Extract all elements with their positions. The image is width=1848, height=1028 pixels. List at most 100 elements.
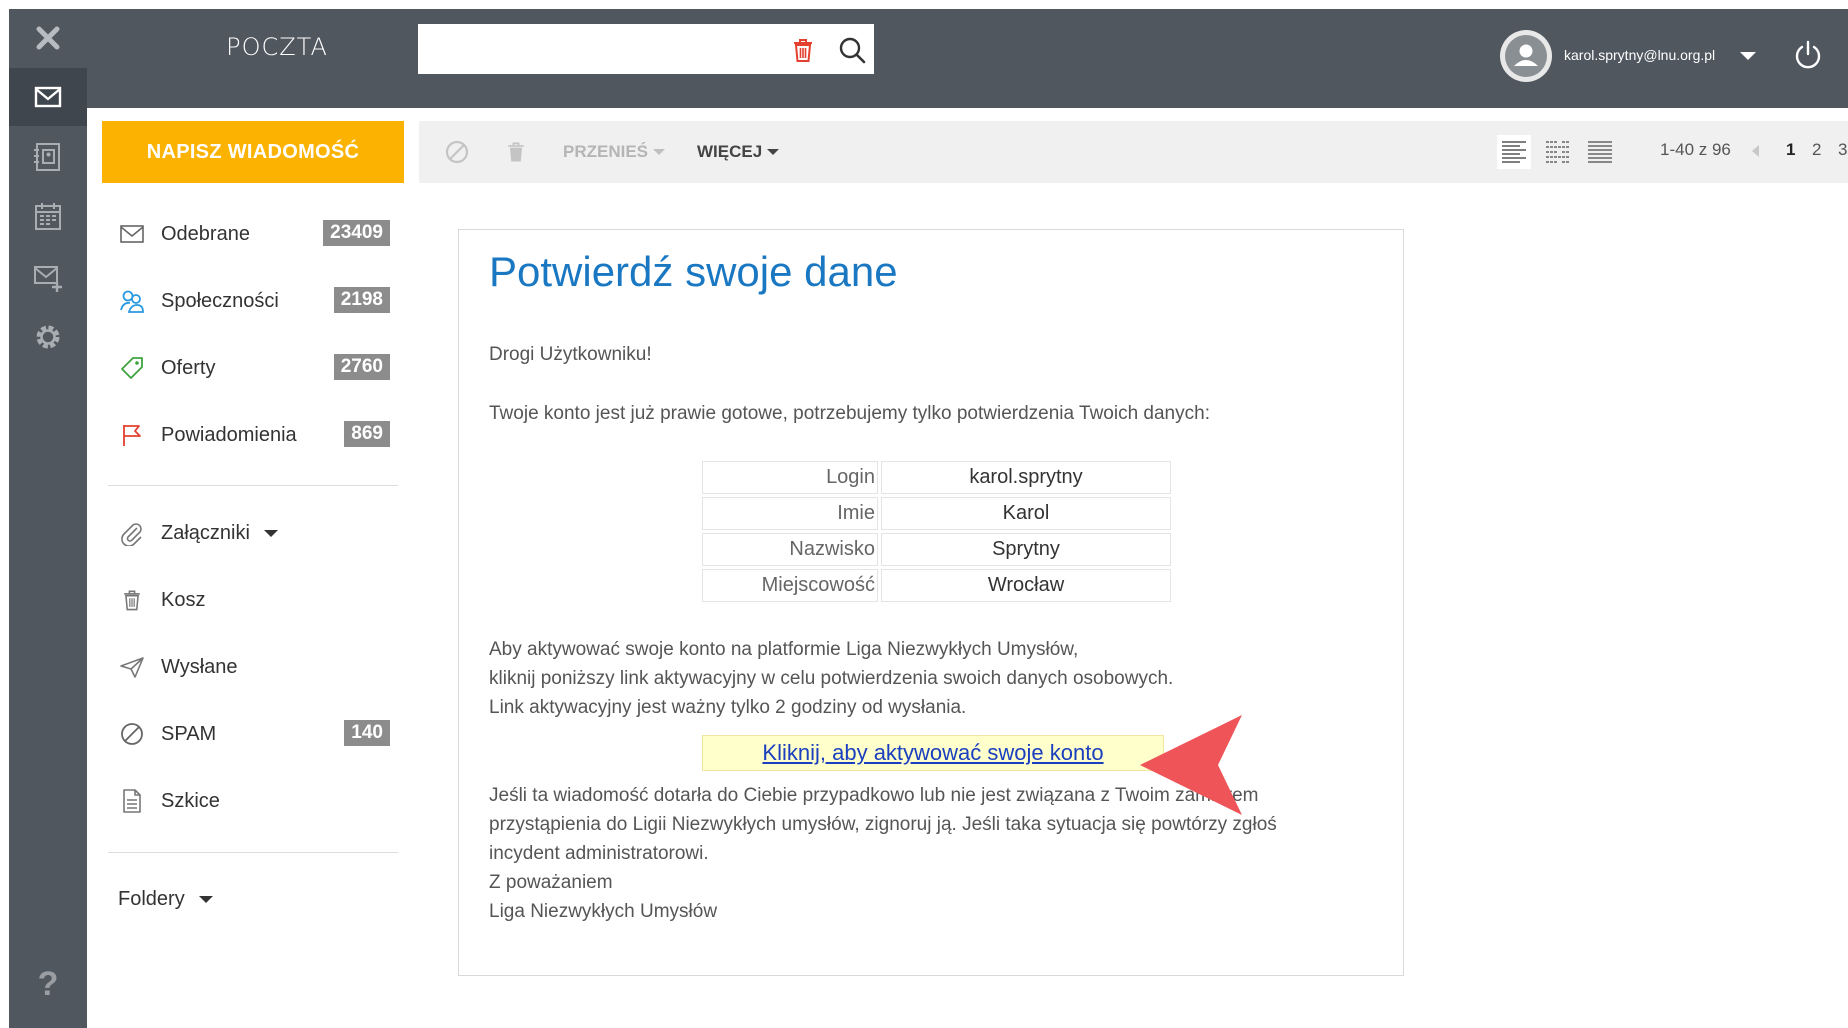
- message-footer-line: incydent administratorowi.: [489, 843, 709, 864]
- sidebar-divider: [108, 852, 398, 853]
- field-name: Miejscowość: [702, 569, 878, 602]
- activation-link-box: Kliknij, aby aktywować swoje konto: [702, 735, 1164, 771]
- page-link[interactable]: 3: [1838, 140, 1847, 160]
- rail-close-button[interactable]: [9, 9, 87, 67]
- sidebar-item-trash[interactable]: Kosz: [118, 576, 390, 624]
- compose-button[interactable]: NAPISZ WIADOMOŚĆ: [102, 121, 404, 183]
- table-row: Miejscowość Wrocław: [702, 569, 1171, 602]
- sidebar-item-label: Foldery: [118, 887, 185, 910]
- table-row: Imie Karol: [702, 497, 1171, 530]
- unread-count-badge: 2760: [333, 354, 390, 380]
- message-title: Potwierdź swoje dane: [489, 248, 898, 295]
- unread-count-badge: 140: [344, 720, 390, 746]
- table-row: Login karol.sprytny: [702, 461, 1171, 494]
- people-icon: [118, 287, 146, 315]
- user-email[interactable]: karol.sprytny@lnu.org.pl: [1564, 47, 1715, 63]
- chevron-down-icon: [263, 529, 278, 537]
- page-link[interactable]: 2: [1812, 140, 1821, 160]
- list-lines-icon: [1502, 141, 1526, 163]
- page-link[interactable]: 1: [1786, 140, 1795, 160]
- field-name: Nazwisko: [702, 533, 878, 566]
- chevron-down-icon: [198, 895, 213, 903]
- flag-icon: [118, 421, 146, 449]
- sidebar-item-sent[interactable]: Wysłane: [118, 643, 390, 691]
- view-dense-button[interactable]: [1583, 135, 1617, 169]
- sidebar-item-label: SPAM: [161, 722, 217, 745]
- search-input[interactable]: [418, 24, 806, 74]
- sidebar-item-spam[interactable]: SPAM 140: [118, 710, 390, 758]
- rail-calendar-button[interactable]: [9, 188, 87, 246]
- table-row: Nazwisko Sprytny: [702, 533, 1171, 566]
- envelope-plus-icon: [34, 266, 62, 292]
- paperclip-icon: [118, 519, 146, 547]
- ban-icon: [445, 140, 469, 164]
- sidebar-item-label: Załączniki: [161, 521, 250, 544]
- sidebar-item-label: Wysłane: [161, 655, 238, 678]
- field-value: Sprytny: [881, 533, 1171, 566]
- gear-icon: [36, 325, 60, 349]
- sidebar-item-label: Odebrane: [161, 222, 250, 245]
- list-dense-icon: [1588, 141, 1612, 163]
- activation-link[interactable]: Kliknij, aby aktywować swoje konto: [762, 740, 1103, 766]
- sidebar-item-notifications[interactable]: Powiadomienia 869: [118, 411, 390, 459]
- app-title: POCZTA: [226, 33, 328, 61]
- trash-icon: [508, 142, 524, 162]
- more-dropdown[interactable]: WIĘCEJ: [697, 121, 780, 183]
- field-value: karol.sprytny: [881, 461, 1171, 494]
- spam-button[interactable]: [444, 121, 470, 183]
- field-name: Imie: [702, 497, 878, 530]
- move-dropdown[interactable]: PRZENIEŚ: [563, 121, 666, 183]
- message-body-line: Aby aktywować swoje konto na platformie …: [489, 639, 1079, 660]
- rail-settings-button[interactable]: [9, 308, 87, 366]
- sidebar-item-inbox[interactable]: Odebrane 23409: [118, 210, 390, 258]
- annotation-arrow-icon: [1140, 715, 1242, 815]
- message-intro: Twoje konto jest już prawie gotowe, potr…: [489, 403, 1210, 424]
- sidebar-item-social[interactable]: Społeczności 2198: [118, 277, 390, 325]
- sidebar-item-label: Kosz: [161, 588, 206, 611]
- send-icon: [118, 653, 146, 681]
- envelope-icon: [118, 220, 146, 248]
- search-icon[interactable]: [836, 34, 868, 66]
- delete-button[interactable]: [503, 121, 529, 183]
- calendar-icon: [35, 203, 61, 230]
- close-icon: [36, 26, 60, 50]
- message-signature: Liga Niezwykłych Umysłów: [489, 901, 718, 922]
- rail-contacts-button[interactable]: [9, 128, 87, 186]
- field-value: Karol: [881, 497, 1171, 530]
- message-body-line: kliknij poniższy link aktywacyjny w celu…: [489, 668, 1174, 689]
- field-value: Wrocław: [881, 569, 1171, 602]
- tag-icon: [118, 354, 146, 382]
- sidebar-item-folders[interactable]: Foldery: [118, 875, 390, 923]
- chevron-down-icon[interactable]: [1738, 49, 1758, 63]
- power-icon[interactable]: [1792, 39, 1824, 71]
- search-box: [418, 24, 874, 74]
- mail-app: ? POCZTA karol.sprytny@lnu.org.pl NAPISZ…: [0, 0, 1848, 1028]
- sidebar-item-attachments[interactable]: Załączniki: [118, 509, 390, 557]
- chevron-left-icon[interactable]: [1749, 143, 1761, 159]
- sidebar-item-offers[interactable]: Oferty 2760: [118, 344, 390, 392]
- envelope-icon: [34, 86, 62, 108]
- message-toolbar: PRZENIEŚ WIĘCEJ 1-40 z 96 1 2 3: [419, 121, 1848, 183]
- rail-new-mail-button[interactable]: [9, 248, 87, 306]
- help-button[interactable]: ?: [9, 965, 87, 1004]
- unread-count-badge: 869: [344, 421, 390, 447]
- paging-info: 1-40 z 96: [1660, 140, 1731, 159]
- user-data-table: Login karol.sprytny Imie Karol Nazwisko …: [699, 458, 1174, 605]
- avatar[interactable]: [1500, 30, 1552, 82]
- trash-icon[interactable]: [788, 35, 818, 65]
- list-preview-icon: [1546, 141, 1570, 163]
- ban-icon: [118, 720, 146, 748]
- chevron-down-icon: [653, 149, 666, 155]
- rail-mail-button[interactable]: [9, 68, 87, 126]
- field-name: Login: [702, 461, 878, 494]
- sidebar-item-label: Powiadomienia: [161, 423, 297, 446]
- top-bar: POCZTA karol.sprytny@lnu.org.pl: [87, 9, 1848, 108]
- more-label: WIĘCEJ: [697, 142, 763, 161]
- view-preview-button[interactable]: [1541, 135, 1575, 169]
- message-greeting: Drogi Użytkowniku!: [489, 344, 652, 365]
- sidebar-item-drafts[interactable]: Szkice: [118, 777, 390, 825]
- chevron-down-icon: [767, 149, 780, 155]
- app-rail: [9, 9, 87, 1028]
- message-body-line: Link aktywacyjny jest ważny tylko 2 godz…: [489, 697, 967, 718]
- view-compact-button[interactable]: [1497, 135, 1531, 169]
